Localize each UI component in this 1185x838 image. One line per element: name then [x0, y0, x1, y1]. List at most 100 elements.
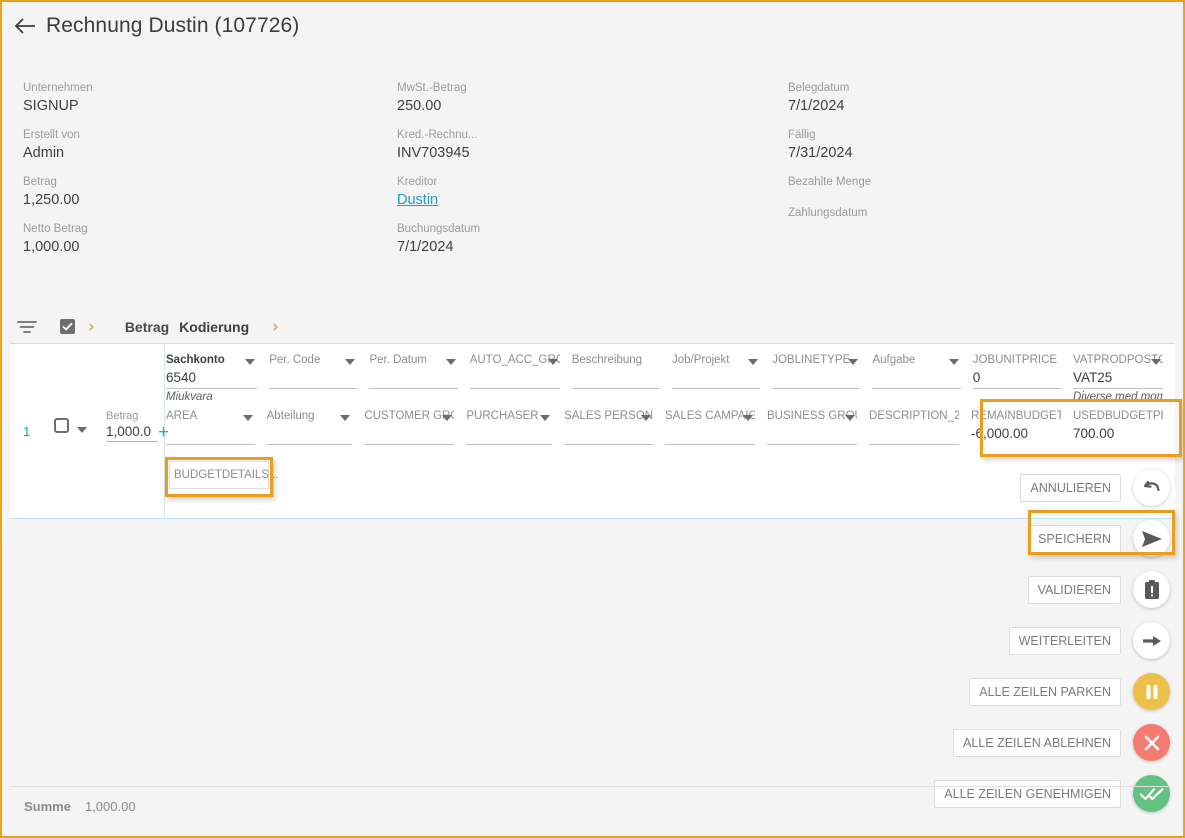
cell-input[interactable]: [571, 368, 660, 389]
cell-input[interactable]: [364, 424, 455, 445]
chevron-right-icon-toolbar[interactable]: ›: [88, 317, 95, 337]
send-icon[interactable]: [1133, 520, 1170, 557]
row-number: 1: [23, 424, 31, 439]
cell-input[interactable]: [564, 424, 653, 445]
chevron-down-icon[interactable]: [547, 359, 558, 365]
chevron-down-icon[interactable]: [442, 415, 453, 421]
cell-input[interactable]: 0: [972, 368, 1061, 389]
field-label: Unternehmen: [23, 82, 93, 94]
chevron-down-icon[interactable]: [245, 359, 256, 365]
cell-vatprodpostgroup: VATPRODPOSTG... VAT25 Diverse med mom...: [1072, 352, 1175, 405]
action-alle-zeilen-ablehnen[interactable]: ALLE ZEILEN ABLEHNEN: [940, 717, 1170, 768]
cell-input[interactable]: [869, 424, 959, 445]
tab-betrag[interactable]: Betrag: [125, 319, 169, 335]
row-menu-caret-icon[interactable]: [76, 421, 88, 439]
action-validieren[interactable]: VALIDIEREN: [940, 564, 1170, 615]
cell-input[interactable]: [665, 424, 755, 445]
field-mwst-betrag: MwSt.-Betrag 250.00: [397, 80, 777, 116]
cell-description-2: DESCRIPTION_2: [869, 408, 971, 445]
budgetdetails-button[interactable]: BUDGETDETAILS...: [169, 461, 279, 489]
cell-input[interactable]: 6540: [166, 368, 258, 389]
field-label: Fällig: [788, 129, 816, 141]
column-header: VATPRODPOSTG...: [1072, 354, 1163, 366]
action-weiterleiten[interactable]: WEITERLEITEN: [940, 615, 1170, 666]
chevron-right-icon-tabs[interactable]: ›: [272, 317, 279, 337]
chevron-down-icon[interactable]: [748, 359, 759, 365]
cell-input[interactable]: [772, 368, 861, 389]
alle-zeilen-parken-label[interactable]: ALLE ZEILEN PARKEN: [969, 677, 1121, 706]
chevron-down-icon[interactable]: [845, 415, 855, 421]
column-header: BUSINESS GROUP: [767, 410, 857, 422]
chevron-down-icon[interactable]: [848, 359, 859, 365]
clipboard-alert-icon[interactable]: [1133, 571, 1170, 608]
annulieren-label[interactable]: ANNULIEREN: [1020, 473, 1121, 502]
action-speichern[interactable]: SPEICHERN: [940, 513, 1170, 564]
cell-customer-group: CUSTOMER GRO...: [364, 408, 466, 445]
row-select-checkbox[interactable]: [54, 418, 69, 433]
chevron-down-icon[interactable]: [242, 415, 253, 421]
row-betrag-field: Betrag 1,000.0: [106, 409, 166, 442]
column-header: AUTO_ACC_GRO...: [469, 354, 560, 366]
summe-label: Summe: [24, 799, 71, 814]
chevron-down-icon[interactable]: [743, 415, 753, 421]
chevron-down-icon[interactable]: [345, 359, 356, 365]
column-header: Job/Projekt: [671, 354, 730, 366]
field-belegdatum: Belegdatum 7/1/2024: [788, 80, 1168, 116]
cell-value: 700.00: [1073, 426, 1115, 441]
column-header: SALES PERSON: [564, 410, 653, 422]
action-annulieren[interactable]: ANNULIEREN: [940, 462, 1170, 513]
cell-remainbudget: REMAINBUDGET... -6,000.00: [971, 408, 1073, 445]
chevron-down-icon[interactable]: [641, 415, 651, 421]
cell-input[interactable]: [166, 424, 255, 445]
pause-icon[interactable]: [1133, 673, 1170, 710]
tab-kodierung[interactable]: Kodierung: [179, 319, 249, 335]
kreditor-link[interactable]: Dustin: [397, 190, 777, 210]
field-label: Netto Betrag: [23, 223, 88, 235]
chevron-down-icon[interactable]: [445, 359, 456, 365]
cell-input[interactable]: [466, 424, 553, 445]
field-value: Admin: [23, 145, 65, 161]
field-label: Bezahlte Menge: [788, 176, 872, 188]
field-bezahlte-menge: Bezahlte Menge: [788, 174, 1168, 194]
field-netto-betrag: Netto Betrag 1,000.00: [23, 221, 383, 257]
field-value: [788, 190, 1168, 194]
cell-abteilung: Abteilung: [266, 408, 365, 445]
cell-input[interactable]: [469, 368, 560, 389]
chevron-down-icon[interactable]: [1150, 359, 1161, 365]
undo-icon[interactable]: [1133, 469, 1170, 506]
weiterleiten-label[interactable]: WEITERLEITEN: [1008, 626, 1121, 655]
speichern-label[interactable]: SPEICHERN: [1028, 524, 1121, 553]
cell-input[interactable]: [266, 424, 353, 445]
chevron-down-icon[interactable]: [540, 415, 551, 421]
action-alle-zeilen-parken[interactable]: ALLE ZEILEN PARKEN: [940, 666, 1170, 717]
summary-column-2: MwSt.-Betrag 250.00 Kred.-Rechnu... INV7…: [397, 80, 777, 268]
cell-auto-acc-group: AUTO_ACC_GRO...: [469, 352, 572, 405]
close-icon[interactable]: [1133, 724, 1170, 761]
arrow-left-icon[interactable]: [12, 13, 38, 39]
field-value: 1,000.00: [23, 239, 80, 255]
chevron-down-icon[interactable]: [948, 359, 959, 365]
cell-input[interactable]: [369, 368, 458, 389]
select-all-checkbox[interactable]: [60, 319, 75, 334]
grid-field-row-b: AREA Abteilung CUSTOMER GRO... PURCHASER: [166, 408, 1175, 445]
field-label: Belegdatum: [788, 82, 850, 94]
arrow-right-icon[interactable]: [1133, 622, 1170, 659]
cell-input[interactable]: [872, 368, 961, 389]
filter-icon[interactable]: [14, 316, 40, 338]
invoice-summary: Unternehmen SIGNUP Erstellt von Admin Be…: [2, 80, 1183, 260]
cell-sales-campaign: SALES CAMPAIGN: [665, 408, 767, 445]
cell-input[interactable]: [671, 368, 761, 389]
alle-zeilen-ablehnen-label[interactable]: ALLE ZEILEN ABLEHNEN: [953, 728, 1121, 757]
chevron-down-icon[interactable]: [340, 415, 351, 421]
summary-column-3: Belegdatum 7/1/2024 Fällig 7/31/2024 Bez…: [788, 80, 1168, 236]
cell-input[interactable]: [767, 424, 857, 445]
grid-row-controls: 1 Betrag 1,000.0 +: [10, 344, 169, 518]
field-value: [788, 221, 1168, 225]
field-label: Kreditor: [397, 176, 438, 188]
row-betrag-input[interactable]: 1,000.0: [106, 423, 158, 442]
row-betrag-label: Betrag: [106, 410, 139, 422]
validieren-label[interactable]: VALIDIEREN: [1027, 575, 1121, 604]
cell-area: AREA: [166, 408, 267, 445]
cell-input[interactable]: VAT25: [1072, 368, 1163, 389]
cell-input[interactable]: [269, 368, 358, 389]
